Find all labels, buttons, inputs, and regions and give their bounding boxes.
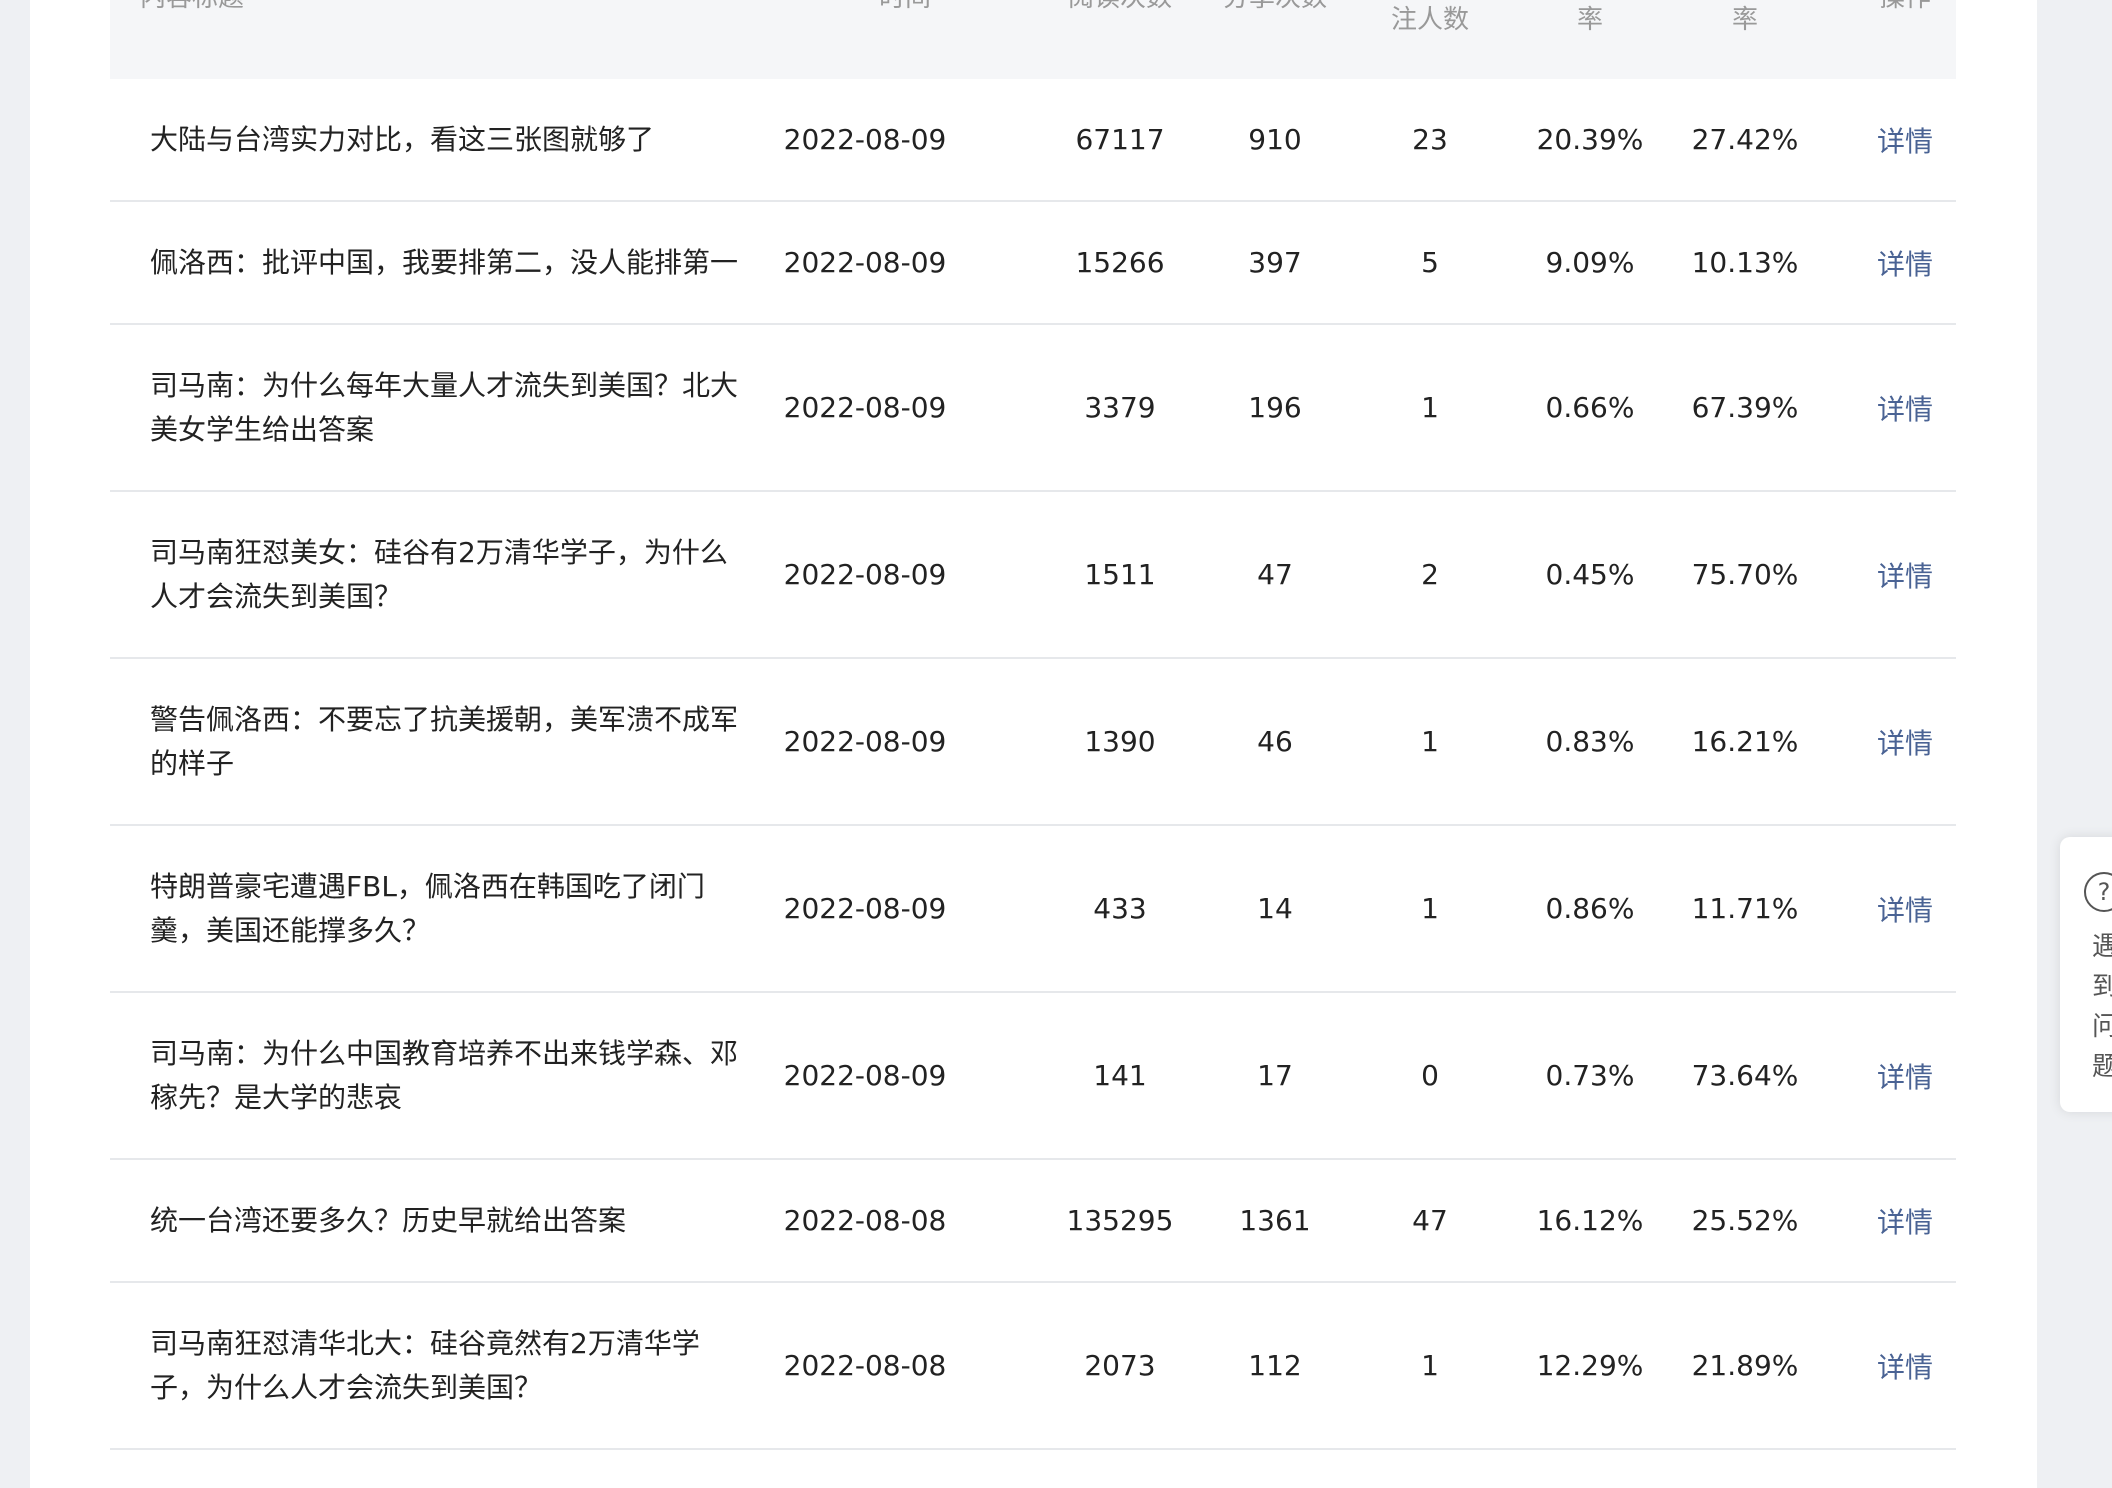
- detail-link[interactable]: 详情: [1850, 659, 1960, 824]
- row-shares: 1361: [1239, 1204, 1311, 1237]
- row-shares: 17: [1257, 1059, 1293, 1092]
- table-row: 统一台湾还要多久？历史早就给出答案 2022-08-08 135295 1361…: [110, 1160, 1956, 1283]
- detail-link[interactable]: 详情: [1850, 1160, 1960, 1281]
- table-row: 大陆与台湾实力对比，看这三张图就够了 2022-08-09 67117 910 …: [110, 79, 1956, 202]
- row-shares: 47: [1257, 558, 1293, 591]
- row-date: 2022-08-09: [783, 123, 947, 156]
- row-date: 2022-08-08: [783, 1204, 947, 1237]
- table-row: 警告佩洛西：不要忘了抗美援朝，美军溃不成军的样子 2022-08-09 1390…: [110, 659, 1956, 826]
- row-rate2: 73.64%: [1691, 1059, 1799, 1092]
- row-rate1: 9.09%: [1545, 246, 1635, 279]
- table-row: 特朗普豪宅遭遇FBL，佩洛西在韩国吃了闭门羹，美国还能撑多久？ 2022-08-…: [110, 826, 1956, 993]
- row-rate1: 0.83%: [1545, 725, 1635, 758]
- row-rate2: 21.89%: [1691, 1349, 1799, 1382]
- row-follows: 0: [1421, 1059, 1439, 1092]
- row-reads: 2073: [1084, 1349, 1156, 1382]
- detail-link[interactable]: 详情: [1850, 325, 1960, 490]
- row-date: 2022-08-09: [783, 246, 947, 279]
- row-reads: 433: [1093, 892, 1147, 925]
- detail-link[interactable]: 详情: [1850, 492, 1960, 657]
- row-date: 2022-08-09: [783, 558, 947, 591]
- row-shares: 46: [1257, 725, 1293, 758]
- header-reads: 阅读次数: [1055, 0, 1185, 20]
- row-follows: 1: [1421, 1349, 1439, 1382]
- row-rate2: 25.52%: [1691, 1204, 1799, 1237]
- row-reads: 135295: [1066, 1204, 1174, 1237]
- content-panel: 内容标题 时间 阅读次数 分享次数 注人数 率 率 操作 大陆与台湾实力对比，看…: [30, 0, 2037, 1488]
- row-rate2: 27.42%: [1691, 123, 1799, 156]
- row-title: 司马南：为什么中国教育培养不出来钱学森、邓稼先？是大学的悲哀: [150, 1036, 739, 1114]
- row-title: 司马南狂怼美女：硅谷有2万清华学子，为什么人才会流失到美国？: [150, 535, 728, 613]
- row-shares: 14: [1257, 892, 1293, 925]
- row-rate2: 16.21%: [1691, 725, 1799, 758]
- row-title: 警告佩洛西：不要忘了抗美援朝，美军溃不成军的样子: [150, 702, 739, 780]
- table-row: 司马南狂怼美女：硅谷有2万清华学子，为什么人才会流失到美国？ 2022-08-0…: [110, 492, 1956, 659]
- help-label: 遇到问题: [2092, 932, 2112, 1082]
- row-title: 司马南：为什么每年大量人才流失到美国？北大美女学生给出答案: [150, 368, 739, 446]
- row-shares: 397: [1248, 246, 1302, 279]
- row-reads: 141: [1093, 1059, 1147, 1092]
- row-reads: 1511: [1084, 558, 1156, 591]
- row-rate2: 10.13%: [1691, 246, 1799, 279]
- row-title: 司马南狂怼清华北大：硅谷竟然有2万清华学子，为什么人才会流失到美国？: [150, 1326, 700, 1404]
- detail-link[interactable]: 详情: [1850, 993, 1960, 1158]
- row-reads: 3379: [1084, 391, 1156, 424]
- row-follows: 1: [1421, 892, 1439, 925]
- row-rate1: 12.29%: [1536, 1349, 1644, 1382]
- detail-link[interactable]: 详情: [1850, 202, 1960, 323]
- header-rate1: 率: [1576, 5, 1603, 35]
- row-title: 大陆与台湾实力对比，看这三张图就够了: [150, 122, 655, 156]
- table-row: 司马南狂怼清华北大：硅谷竟然有2万清华学子，为什么人才会流失到美国？ 2022-…: [110, 1283, 1956, 1450]
- row-rate1: 0.73%: [1545, 1059, 1635, 1092]
- row-rate1: 16.12%: [1536, 1204, 1644, 1237]
- detail-link[interactable]: 详情: [1850, 79, 1960, 200]
- row-rate1: 0.86%: [1545, 892, 1635, 925]
- table-row: 司马南：为什么每年大量人才流失到美国？北大美女学生给出答案 2022-08-09…: [110, 325, 1956, 492]
- row-reads: 1390: [1084, 725, 1156, 758]
- content-table: 内容标题 时间 阅读次数 分享次数 注人数 率 率 操作 大陆与台湾实力对比，看…: [110, 0, 1956, 1450]
- row-date: 2022-08-09: [783, 892, 947, 925]
- table-row: 佩洛西：批评中国，我要排第二，没人能排第一 2022-08-09 15266 3…: [110, 202, 1956, 325]
- question-icon: ?: [2084, 872, 2112, 912]
- table-row: 司马南：为什么中国教育培养不出来钱学森、邓稼先？是大学的悲哀 2022-08-0…: [110, 993, 1956, 1160]
- row-follows: 2: [1421, 558, 1439, 591]
- header-date: 时间: [840, 0, 970, 20]
- header-rate2: 率: [1731, 5, 1758, 35]
- row-title: 特朗普豪宅遭遇FBL，佩洛西在韩国吃了闭门羹，美国还能撑多久？: [150, 869, 705, 947]
- header-title: 内容标题: [140, 0, 244, 20]
- row-date: 2022-08-09: [783, 725, 947, 758]
- row-rate2: 11.71%: [1691, 892, 1799, 925]
- row-reads: 15266: [1075, 246, 1165, 279]
- row-date: 2022-08-09: [783, 1059, 947, 1092]
- help-widget[interactable]: ? 遇到问题: [2060, 837, 2112, 1112]
- row-title: 统一台湾还要多久？历史早就给出答案: [150, 1203, 627, 1237]
- row-follows: 5: [1421, 246, 1439, 279]
- row-date: 2022-08-09: [783, 391, 947, 424]
- detail-link[interactable]: 详情: [1850, 826, 1960, 991]
- row-rate1: 0.45%: [1545, 558, 1635, 591]
- row-rate2: 75.70%: [1691, 558, 1799, 591]
- row-follows: 47: [1412, 1204, 1448, 1237]
- detail-link[interactable]: 详情: [1850, 1283, 1960, 1448]
- row-rate1: 0.66%: [1545, 391, 1635, 424]
- header-shares: 分享次数: [1210, 0, 1340, 20]
- row-title: 佩洛西：批评中国，我要排第二，没人能排第一: [150, 245, 739, 279]
- table-header: 内容标题 时间 阅读次数 分享次数 注人数 率 率 操作: [110, 0, 1956, 79]
- row-follows: 1: [1421, 391, 1439, 424]
- row-date: 2022-08-08: [783, 1349, 947, 1382]
- header-follows: 注人数: [1390, 5, 1469, 35]
- row-rate1: 20.39%: [1536, 123, 1644, 156]
- row-follows: 1: [1421, 725, 1439, 758]
- row-reads: 67117: [1075, 123, 1165, 156]
- row-rate2: 67.39%: [1691, 391, 1799, 424]
- row-shares: 910: [1248, 123, 1302, 156]
- header-op: 操作: [1850, 0, 1956, 20]
- row-follows: 23: [1412, 123, 1448, 156]
- row-shares: 196: [1248, 391, 1302, 424]
- row-shares: 112: [1248, 1349, 1302, 1382]
